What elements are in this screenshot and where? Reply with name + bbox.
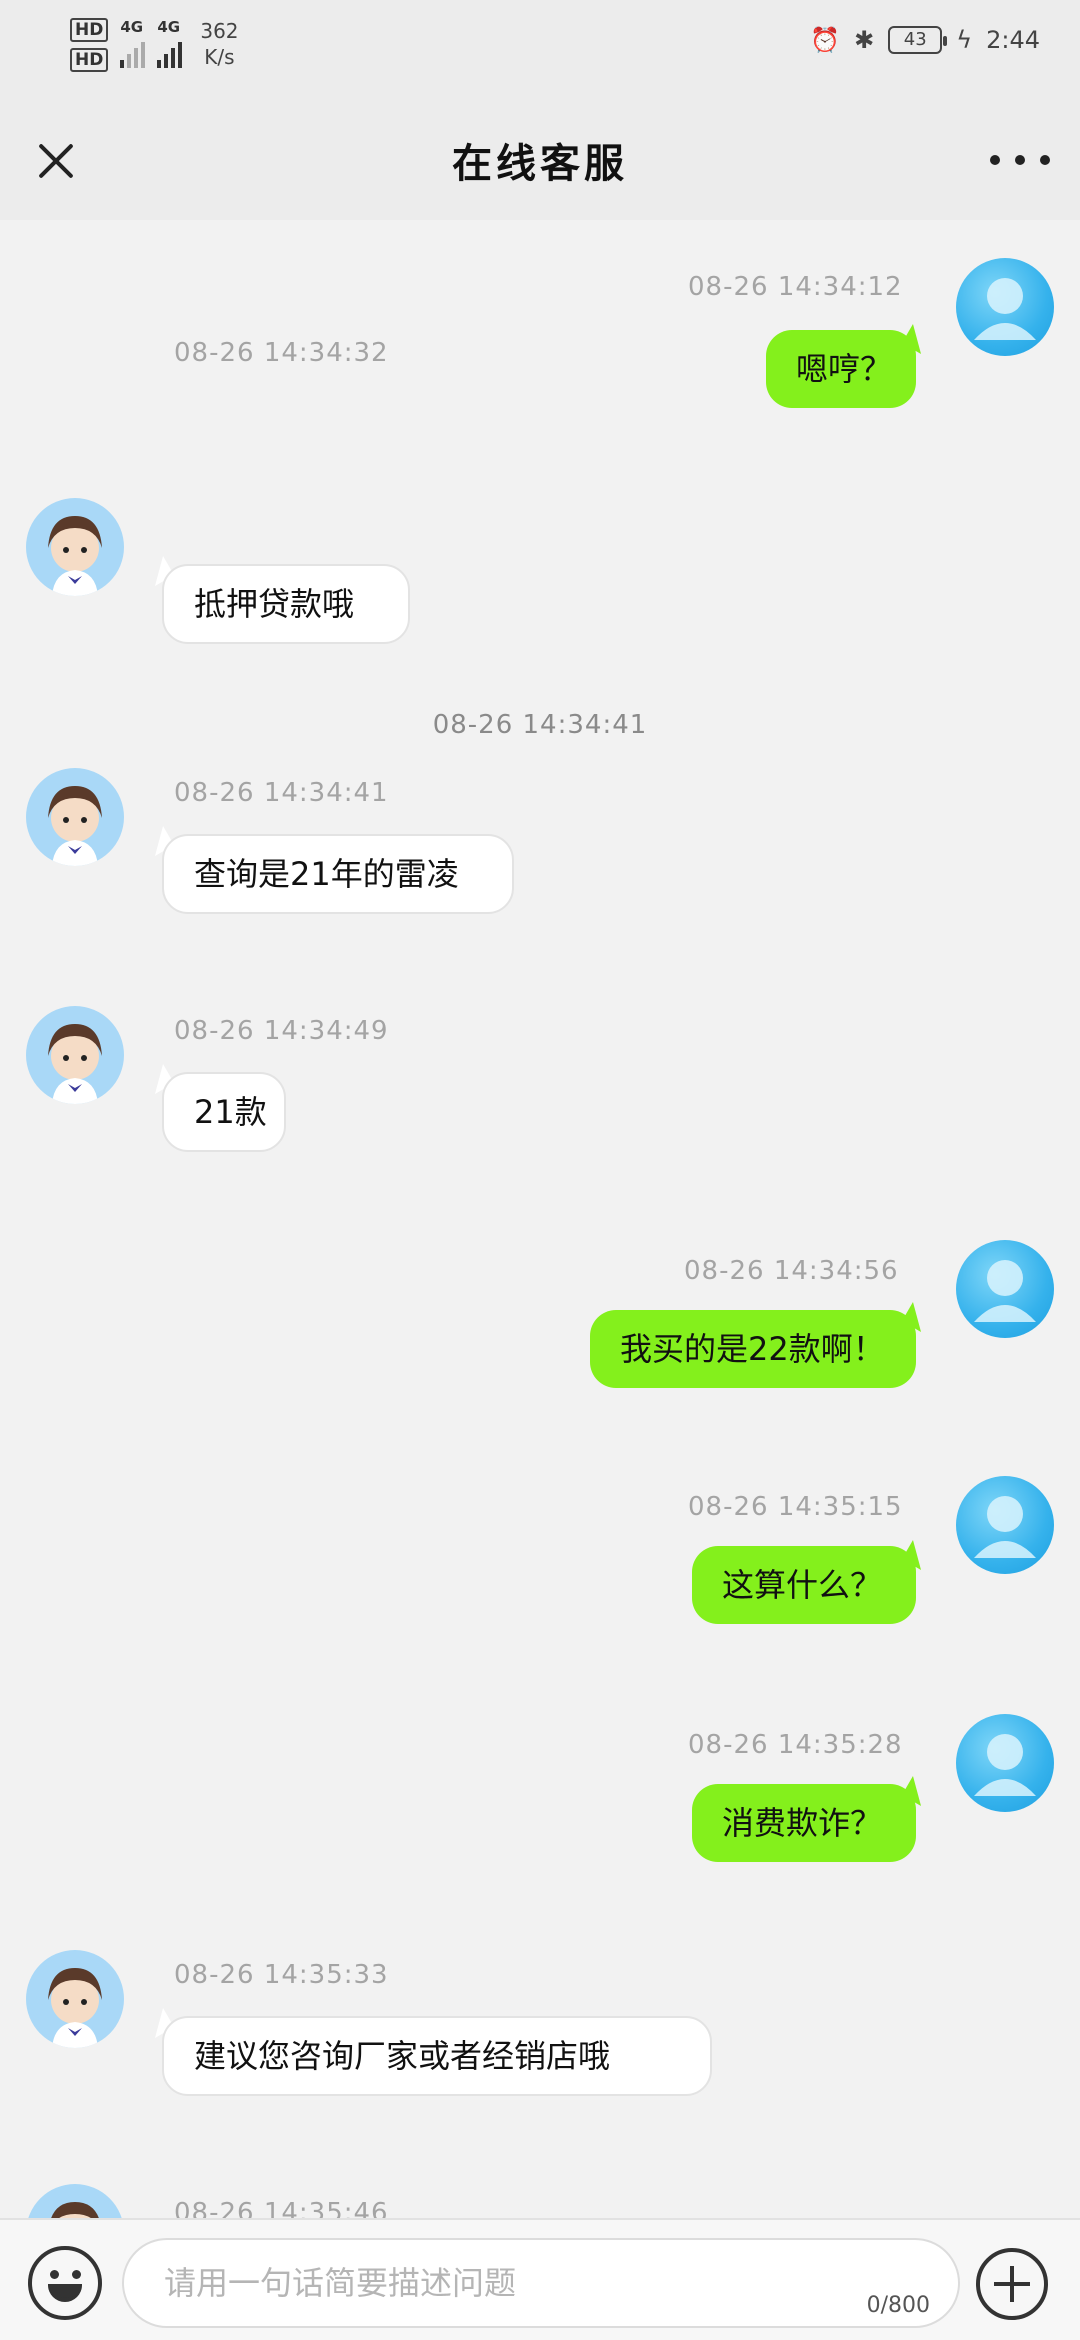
agent-avatar [26,1950,124,2048]
battery-icon: 43 [888,26,948,54]
message-text: 建议您咨询厂家或者经销店哦 [194,2037,611,2075]
close-icon[interactable] [26,130,86,190]
status-bar: HD HD 4G 4G 362 K/s ⏰ ✱ 43 ϟ 2:44 [0,0,1080,100]
message-text: 这算什么？ [722,1566,883,1604]
agent-message-bubble[interactable]: 21款 [162,1072,286,1152]
more-icon[interactable] [990,140,1050,180]
message-text: 嗯哼？ [796,350,893,388]
message-time: 08-26 14:34:12 [688,272,903,302]
message-time: 08-26 14:35:33 [174,1960,389,1990]
input-bar: 0/800 [0,2218,1080,2340]
user-message-bubble[interactable]: 我买的是22款啊！ [590,1310,916,1388]
user-avatar [956,1240,1054,1338]
signal-sim1-icon: 4G [120,18,146,68]
agent-avatar [26,2184,124,2218]
user-message-bubble[interactable]: 这算什么？ [692,1546,916,1624]
user-message-bubble[interactable]: 消费欺诈？ [692,1784,916,1862]
message-input[interactable] [164,2254,784,2312]
bluetooth-icon: ✱ [854,26,875,54]
message-time: 08-26 14:35:28 [688,1730,903,1760]
agent-message-bubble[interactable]: 建议您咨询厂家或者经销店哦 [162,2016,712,2096]
signal-sim2-icon: 4G [157,18,183,68]
plus-icon[interactable] [976,2248,1048,2320]
message-text: 消费欺诈？ [722,1804,883,1842]
char-counter: 0/800 [866,2293,930,2318]
hd1-icon: HD [70,18,109,42]
message-time: 08-26 14:35:15 [688,1492,903,1522]
alarm-icon: ⏰ [810,26,841,54]
charging-icon: ϟ [956,26,973,54]
network-speed: 362 K/s [200,19,239,69]
clock-time: 2:44 [986,26,1040,54]
system-timestamp: 08-26 14:34:41 [432,710,648,740]
message-time: 08-26 14:35:46 [174,2198,389,2218]
agent-message-bubble[interactable]: 查询是21年的雷凌 [162,834,514,914]
message-text: 我买的是22款啊！ [620,1330,885,1368]
emoji-icon[interactable] [28,2246,102,2320]
message-text: 查询是21年的雷凌 [194,855,459,893]
message-input-container[interactable]: 0/800 [122,2238,960,2328]
page-title: 在线客服 [452,141,628,187]
message-time: 08-26 14:34:41 [174,778,389,808]
agent-avatar [26,498,124,596]
hd2-icon: HD [70,48,109,72]
message-time: 08-26 14:34:56 [684,1256,899,1286]
message-text: 抵押贷款哦 [194,585,355,623]
user-avatar [956,1714,1054,1812]
message-text: 21款 [194,1093,267,1131]
user-avatar [956,1476,1054,1574]
agent-avatar [26,1006,124,1104]
user-message-bubble[interactable]: 嗯哼？ [766,330,916,408]
chat-header: 在线客服 [0,100,1080,220]
user-avatar [956,258,1054,356]
chat-area[interactable]: 08-26 14:34:12 嗯哼？ 08-26 14:34:32 抵押贷款哦 … [0,220,1080,2218]
message-time: 08-26 14:34:49 [174,1016,389,1046]
message-time: 08-26 14:34:32 [174,338,389,368]
agent-message-bubble[interactable]: 抵押贷款哦 [162,564,410,644]
agent-avatar [26,768,124,866]
